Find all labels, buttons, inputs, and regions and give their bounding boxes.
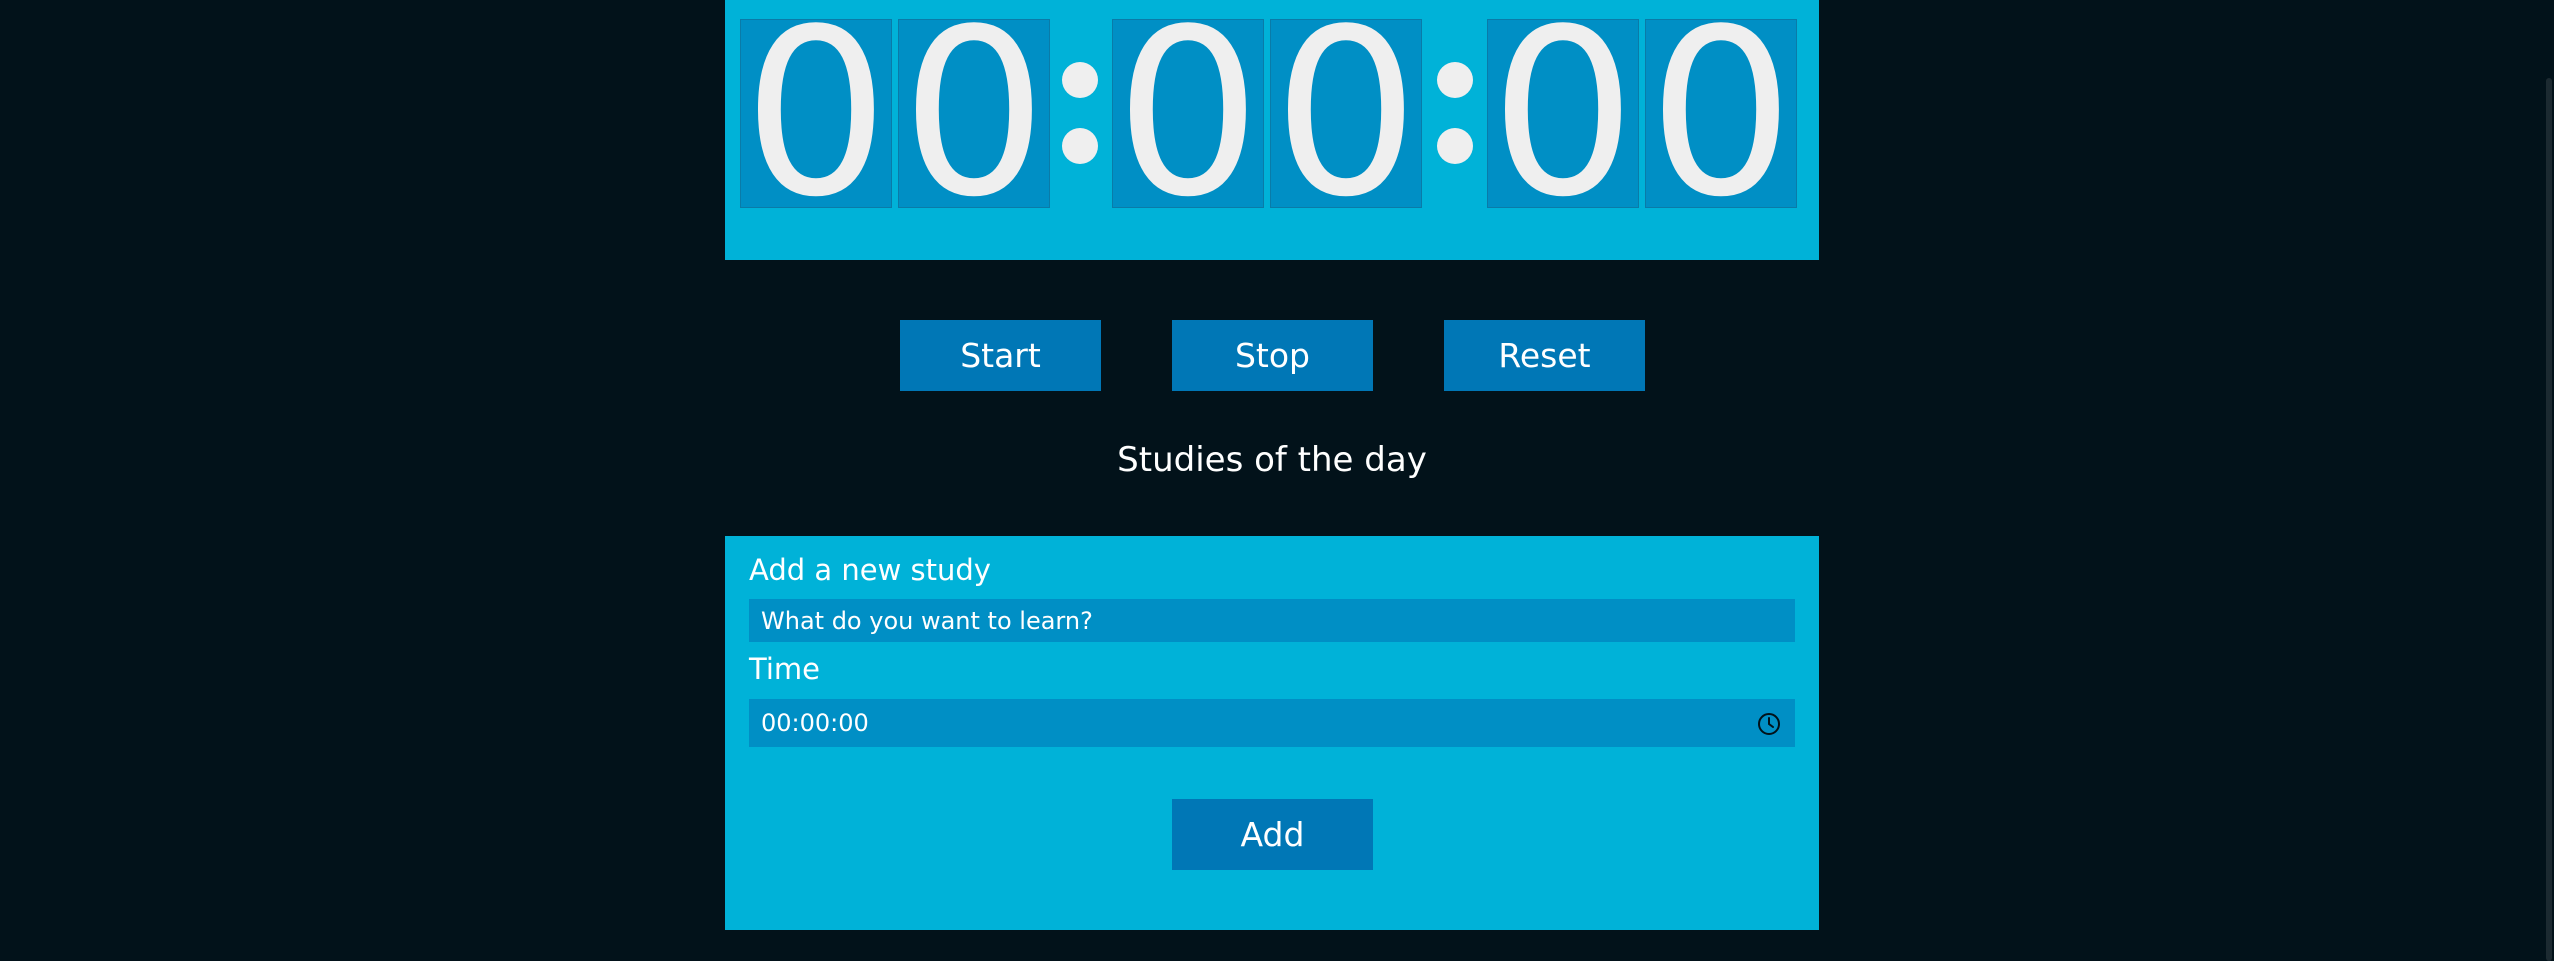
colon-dot-bottom — [1062, 128, 1098, 164]
time-input-value: 00:00:00 — [761, 709, 869, 737]
study-input[interactable] — [749, 599, 1795, 642]
time-label: Time — [749, 652, 820, 686]
add-study-heading: Add a new study — [749, 553, 991, 587]
minutes-ones-digit: 0 — [1270, 19, 1422, 208]
add-study-form: Add a new study Time 00:00:00 Add — [725, 536, 1819, 930]
time-input[interactable]: 00:00:00 — [749, 699, 1795, 747]
add-button[interactable]: Add — [1172, 799, 1373, 870]
scrollbar-thumb[interactable] — [2546, 78, 2552, 961]
timer-colon-separator — [1062, 0, 1098, 200]
reset-button[interactable]: Reset — [1444, 320, 1645, 391]
seconds-tens-digit: 0 — [1487, 19, 1639, 208]
studies-title: Studies of the day — [1117, 440, 1427, 480]
colon-dot-top — [1062, 62, 1098, 98]
clock-icon[interactable] — [1757, 712, 1781, 736]
start-button[interactable]: Start — [900, 320, 1101, 391]
colon-dot-bottom — [1437, 128, 1473, 164]
scrollbar-track[interactable] — [2540, 0, 2554, 961]
colon-dot-top — [1437, 62, 1473, 98]
hours-ones-digit: 0 — [898, 19, 1050, 208]
minutes-tens-digit: 0 — [1112, 19, 1264, 208]
hours-tens-digit: 0 — [740, 19, 892, 208]
timer-panel: 0 0 0 0 0 0 — [725, 0, 1819, 260]
timer-colon-separator — [1437, 0, 1473, 200]
seconds-ones-digit: 0 — [1645, 19, 1797, 208]
stop-button[interactable]: Stop — [1172, 320, 1373, 391]
